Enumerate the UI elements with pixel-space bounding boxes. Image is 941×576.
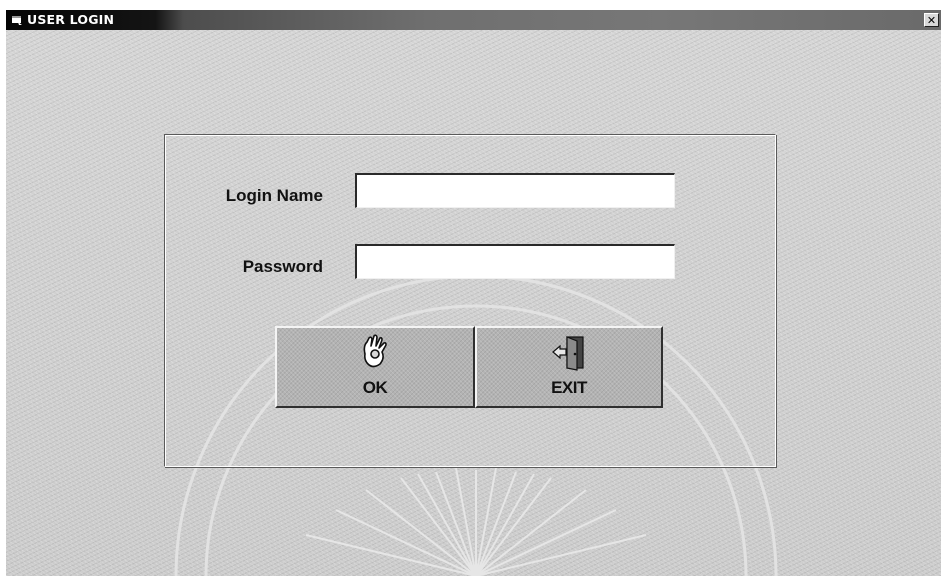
window-title: USER LOGIN bbox=[27, 12, 115, 27]
exit-door-icon bbox=[552, 336, 584, 371]
ok-button[interactable]: OK bbox=[275, 326, 475, 408]
login-name-label: Login Name bbox=[225, 186, 323, 205]
exit-button[interactable]: EXIT bbox=[475, 326, 663, 408]
ok-button-label: OK bbox=[362, 378, 388, 397]
password-label: Password bbox=[242, 257, 323, 276]
ok-hand-icon bbox=[363, 334, 387, 368]
login-name-input[interactable] bbox=[355, 173, 675, 208]
title-bar[interactable]: USER LOGIN ✕ bbox=[6, 10, 941, 30]
close-button[interactable]: ✕ bbox=[924, 13, 939, 27]
app-window-icon bbox=[12, 16, 22, 25]
close-icon: ✕ bbox=[926, 13, 937, 27]
login-window: USER LOGIN ✕ Login Name Password OK EXIT bbox=[6, 10, 941, 576]
password-input[interactable] bbox=[355, 244, 675, 279]
exit-button-label: EXIT bbox=[551, 378, 587, 397]
